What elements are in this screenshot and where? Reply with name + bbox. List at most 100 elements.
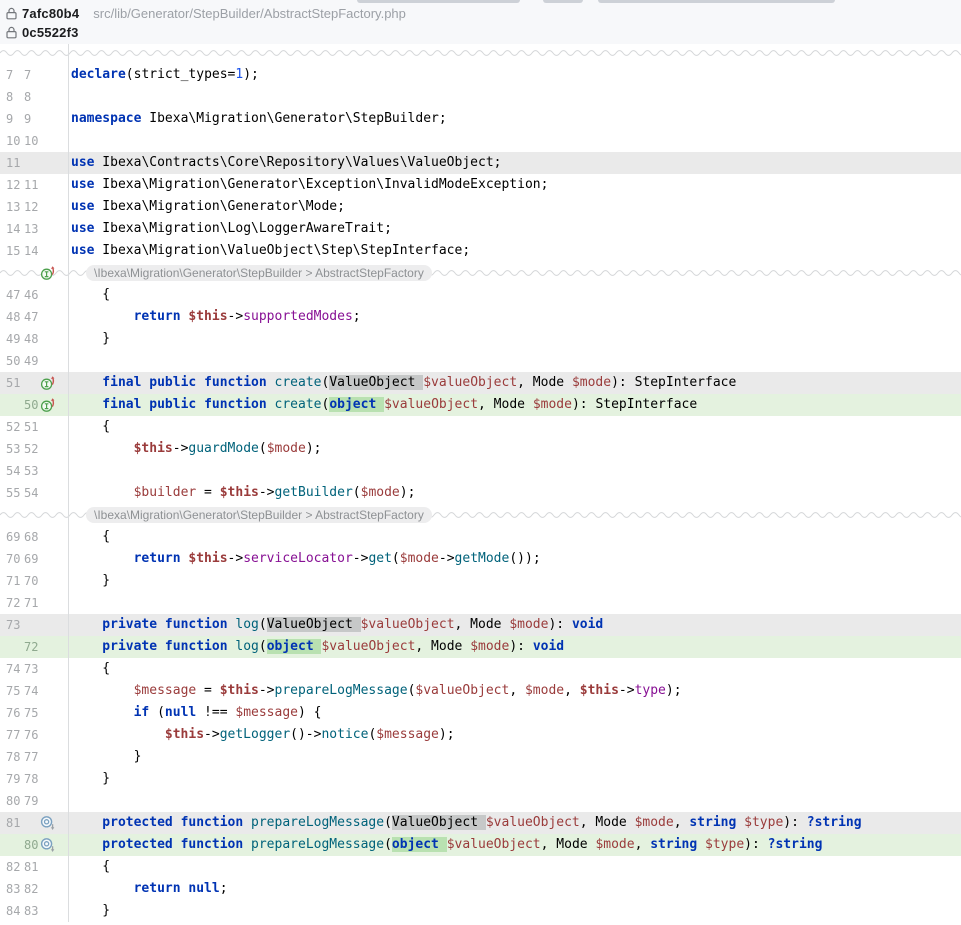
code-token	[157, 639, 165, 654]
gutter-icon-slot	[40, 416, 68, 438]
code-line[interactable]: namespace Ibexa\Migration\Generator\Step…	[68, 108, 961, 130]
old-line-number: 70	[6, 548, 22, 570]
code-token: protected	[102, 837, 172, 852]
code-line[interactable]: private function log(ValueObject $valueO…	[68, 614, 961, 636]
code-line[interactable]	[68, 350, 961, 372]
code-line[interactable]	[68, 592, 961, 614]
code-token: $this	[134, 441, 173, 456]
gutter-icon-slot	[40, 548, 68, 570]
code-token: null	[165, 705, 196, 720]
code-line[interactable]: $builder = $this->getBuilder($mode);	[68, 482, 961, 504]
diff-row: 7574$message = $this->prepareLogMessage(…	[0, 680, 961, 702]
clipped-ui-fragment	[598, 0, 835, 3]
gutter-icon-slot	[40, 196, 68, 218]
new-line-number: 81	[24, 856, 40, 878]
code-line[interactable]: {	[68, 284, 961, 306]
code-token: (	[392, 551, 400, 566]
code-line[interactable]: if (null !== $message) {	[68, 702, 961, 724]
overridden-icon[interactable]	[40, 812, 68, 834]
diff-row: 1312use Ibexa\Migration\Generator\Mode;	[0, 196, 961, 218]
implements-icon[interactable]	[40, 372, 68, 394]
new-line-number	[24, 812, 40, 834]
code-line[interactable]: private function log(object $valueObject…	[68, 636, 961, 658]
gutter-icon-slot	[40, 900, 68, 922]
code-token: Ibexa\Migration\Generator\Exception\Inva…	[94, 177, 548, 192]
code-token: ());	[509, 551, 540, 566]
context-label[interactable]: \Ibexa\Migration\Generator\StepBuilder >…	[86, 265, 432, 281]
diff-row: 7978}	[0, 768, 961, 790]
code-line[interactable]: }	[68, 570, 961, 592]
code-line[interactable]: }	[68, 900, 961, 922]
code-line[interactable]: $this->getLogger()->notice($message);	[68, 724, 961, 746]
code-line[interactable]: {	[68, 856, 961, 878]
gutter-icon-slot	[40, 152, 68, 174]
context-label[interactable]: \Ibexa\Migration\Generator\StepBuilder >…	[86, 507, 432, 523]
lock-icon	[5, 7, 18, 20]
code-line[interactable]: {	[68, 526, 961, 548]
code-token: object	[267, 639, 322, 654]
old-line-number	[6, 834, 22, 856]
new-line-number	[24, 614, 40, 636]
code-token: , Mode	[541, 837, 596, 852]
diff-row: 1413use Ibexa\Migration\Log\LoggerAwareT…	[0, 218, 961, 240]
code-line[interactable]: $this->guardMode($mode);	[68, 438, 961, 460]
code-token: , Mode	[517, 375, 572, 390]
code-token: prepareLogMessage	[251, 815, 384, 830]
code-token	[697, 837, 705, 852]
code-token: void	[533, 639, 564, 654]
overridden-icon[interactable]	[40, 834, 68, 856]
code-line[interactable]: use Ibexa\Migration\ValueObject\Step\Ste…	[68, 240, 961, 262]
gutter-icon-slot	[40, 108, 68, 130]
code-line[interactable]: }	[68, 746, 961, 768]
gutter-icon-slot	[40, 482, 68, 504]
old-line-number: 77	[6, 724, 22, 746]
code-line[interactable]: {	[68, 658, 961, 680]
code-token: $valueObject	[415, 683, 509, 698]
code-line[interactable]	[68, 86, 961, 108]
code-line[interactable]: return $this->supportedModes;	[68, 306, 961, 328]
code-line[interactable]	[68, 130, 961, 152]
gutter-icon-slot	[40, 130, 68, 152]
code-line[interactable]: use Ibexa\Migration\Generator\Mode;	[68, 196, 961, 218]
code-token	[173, 837, 181, 852]
diff-row: 8483}	[0, 900, 961, 922]
code-line[interactable]: declare(strict_types=1);	[68, 64, 961, 86]
code-line[interactable]: }	[68, 328, 961, 350]
code-token: Ibexa\Migration\ValueObject\Step\StepInt…	[94, 243, 470, 258]
code-token: $mode	[595, 837, 634, 852]
diff-row: 73 private function log(ValueObject $valu…	[0, 614, 961, 636]
code-token: string	[650, 837, 697, 852]
code-line[interactable]: use Ibexa\Migration\Log\LoggerAwareTrait…	[68, 218, 961, 240]
gutter-icon-slot	[40, 856, 68, 878]
new-line-number: 9	[24, 108, 40, 130]
code-token: , Mode	[580, 815, 635, 830]
implements-icon[interactable]	[40, 394, 68, 416]
diff-row: 1514use Ibexa\Migration\ValueObject\Step…	[0, 240, 961, 262]
code-line[interactable]: $message = $this->prepareLogMessage($val…	[68, 680, 961, 702]
diff-row: 6968{	[0, 526, 961, 548]
code-line[interactable]: return null;	[68, 878, 961, 900]
implements-icon[interactable]	[40, 265, 56, 286]
code-line[interactable]: protected function prepareLogMessage(Val…	[68, 812, 961, 834]
commit-hash-new: 0c5522f3	[22, 25, 79, 40]
code-line[interactable]: use Ibexa\Contracts\Core\Repository\Valu…	[68, 152, 961, 174]
code-line[interactable]: return $this->serviceLocator->get($mode-…	[68, 548, 961, 570]
old-line-number: 73	[6, 614, 22, 636]
code-line[interactable]: final public function create(object $val…	[68, 394, 961, 416]
code-token: ?string	[807, 815, 862, 830]
file-path: src/lib/Generator/StepBuilder/AbstractSt…	[93, 6, 406, 21]
code-token	[736, 815, 744, 830]
new-line-number: 69	[24, 548, 40, 570]
code-line[interactable]: protected function prepareLogMessage(obj…	[68, 834, 961, 856]
code-line[interactable]: {	[68, 416, 961, 438]
gutter-icon-slot	[40, 350, 68, 372]
code-line[interactable]: final public function create(ValueObject…	[68, 372, 961, 394]
code-line[interactable]	[68, 460, 961, 482]
old-line-number: 7	[6, 64, 22, 86]
code-line[interactable]	[68, 790, 961, 812]
diff-row: 7069 return $this->serviceLocator->get($m…	[0, 548, 961, 570]
code-line[interactable]: use Ibexa\Migration\Generator\Exception\…	[68, 174, 961, 196]
old-line-number: 8	[6, 86, 22, 108]
code-line[interactable]: }	[68, 768, 961, 790]
code-token: prepareLogMessage	[275, 683, 408, 698]
